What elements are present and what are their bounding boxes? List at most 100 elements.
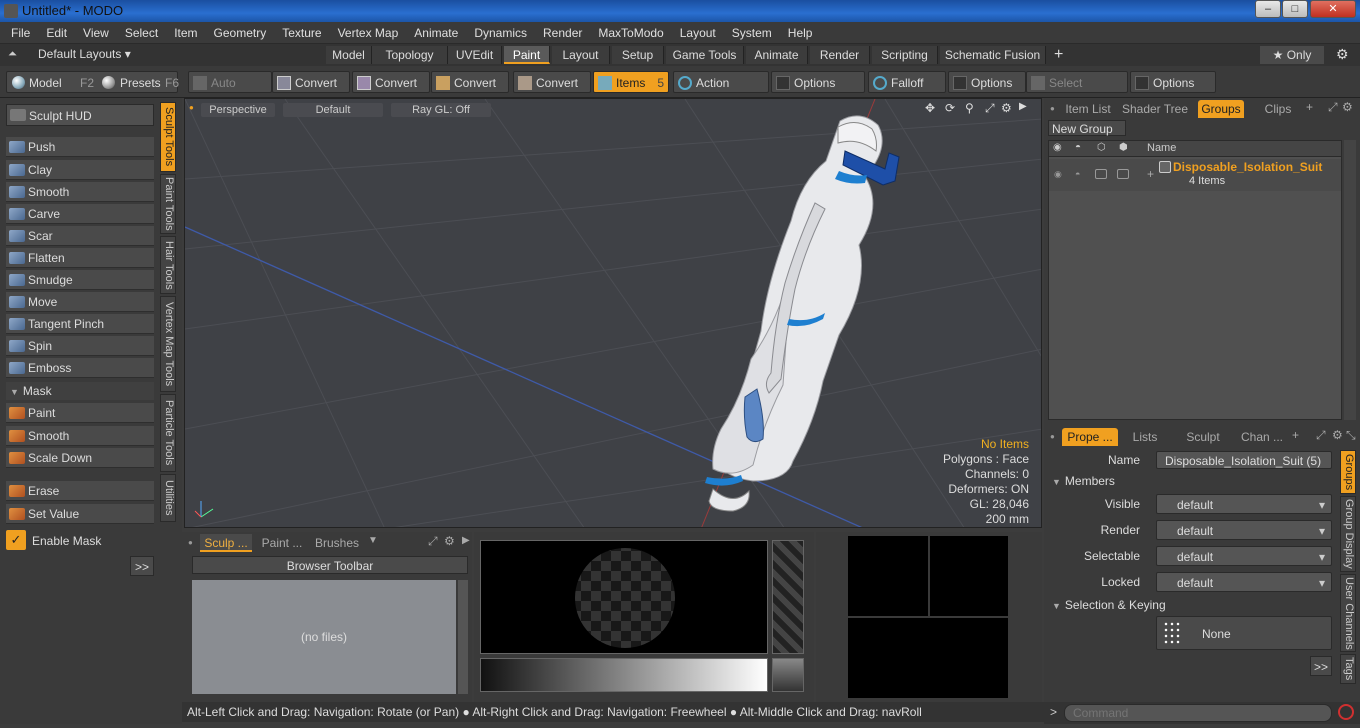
- viewport-menu-dot-icon[interactable]: ●: [189, 103, 194, 112]
- panel-menu-dot-icon[interactable]: ●: [1050, 432, 1055, 441]
- side-tab-tags[interactable]: Tags: [1340, 654, 1356, 684]
- eye-icon[interactable]: ◉: [1053, 142, 1062, 153]
- move-view-icon[interactable]: ✥: [925, 101, 935, 115]
- action-center-options-button[interactable]: Options: [771, 71, 865, 93]
- select-through-button[interactable]: Select Through: [1026, 71, 1128, 112]
- gear-icon[interactable]: ⚙: [1336, 46, 1349, 63]
- tab-scripting[interactable]: Scripting: [872, 46, 938, 64]
- add-tab-icon[interactable]: +: [1292, 428, 1299, 442]
- viewport-scene[interactable]: [185, 99, 1042, 528]
- selection-keying-header[interactable]: ▼ Selection & Keying: [1052, 598, 1166, 612]
- only-button[interactable]: ★ Only: [1260, 46, 1324, 64]
- tab-uvedit[interactable]: UVEdit: [448, 46, 502, 64]
- command-input[interactable]: [1064, 704, 1332, 722]
- mask-header[interactable]: ▼ Mask: [6, 382, 154, 400]
- convert-edges-button[interactable]: Convert: [352, 71, 430, 93]
- add-tab-icon[interactable]: +: [1306, 100, 1313, 114]
- side-tab-group-display[interactable]: Group Display: [1340, 496, 1356, 572]
- tool-spin[interactable]: Spin: [6, 336, 154, 356]
- auto-select-button[interactable]: Auto Select: [188, 71, 272, 112]
- tab-layout[interactable]: Layout: [552, 46, 610, 64]
- expand-more-button[interactable]: >>: [1310, 656, 1332, 676]
- side-tab-user-channels[interactable]: User Channels: [1340, 574, 1356, 652]
- fit-view-icon[interactable]: ⤢: [985, 101, 995, 116]
- maximize-button[interactable]: □: [1282, 0, 1308, 18]
- group-row[interactable]: ◉ ◓ + Disposable_Isolation_Suit 4 Items: [1049, 159, 1341, 191]
- menu-select[interactable]: Select: [117, 22, 166, 44]
- panel-expand-icon[interactable]: ⤢: [428, 534, 438, 549]
- tab-groups[interactable]: Groups: [1198, 100, 1244, 118]
- layout-up-icon[interactable]: ⏶: [8, 48, 17, 61]
- menu-animate[interactable]: Animate: [406, 22, 466, 44]
- group-name[interactable]: Disposable_Isolation_Suit: [1173, 160, 1322, 174]
- tab-schematic-fusion[interactable]: Schematic Fusion: [940, 46, 1046, 64]
- tool-tangent-pinch[interactable]: Tangent Pinch: [6, 314, 154, 334]
- mask-paint[interactable]: Paint: [6, 403, 154, 423]
- panel-settings-icon[interactable]: ⚙: [444, 534, 455, 548]
- mask-set-value[interactable]: Set Value: [6, 504, 154, 524]
- add-tab-button[interactable]: +: [1054, 46, 1063, 64]
- select-through-options-button[interactable]: Options: [1130, 71, 1216, 93]
- convert-polygons-button[interactable]: Convert: [431, 71, 509, 93]
- tool-move[interactable]: Move: [6, 292, 154, 312]
- tool-carve[interactable]: Carve: [6, 204, 154, 224]
- panel-menu-dot-icon[interactable]: ●: [1050, 104, 1055, 113]
- browser-toolbar-button[interactable]: Browser Toolbar: [192, 556, 468, 574]
- mask-scale-down[interactable]: Scale Down: [6, 448, 154, 468]
- panel-menu-dot-icon[interactable]: ●: [188, 538, 193, 547]
- selectable-select[interactable]: default: [1156, 546, 1332, 567]
- groups-list[interactable]: ◉ ◓ ⬡ ⬢ Name ◉ ◓ + Disposable_Isolation_…: [1048, 140, 1342, 420]
- panel-close-icon[interactable]: ⤡: [1346, 428, 1356, 443]
- tab-setup[interactable]: Setup: [612, 46, 664, 64]
- convert-vertices-button[interactable]: Convert: [272, 71, 350, 93]
- menu-help[interactable]: Help: [780, 22, 821, 44]
- mask-erase[interactable]: Erase: [6, 481, 154, 501]
- tab-channels[interactable]: Chan ...: [1234, 428, 1290, 446]
- rotate-view-icon[interactable]: ⟳: [945, 101, 955, 115]
- tool-flatten[interactable]: Flatten: [6, 248, 154, 268]
- tab-sculpt-presets[interactable]: Sculp ...: [200, 534, 252, 552]
- falloff-options-button[interactable]: Options: [948, 71, 1026, 93]
- tab-properties[interactable]: Prope ...: [1062, 428, 1118, 446]
- select-icon[interactable]: ⬢: [1119, 142, 1128, 153]
- tool-smudge[interactable]: Smudge: [6, 270, 154, 290]
- locked-select[interactable]: default: [1156, 572, 1332, 593]
- tab-item-list[interactable]: Item List: [1064, 100, 1112, 118]
- panel-settings-icon[interactable]: ⚙: [1342, 100, 1353, 114]
- menu-edit[interactable]: Edit: [38, 22, 75, 44]
- tab-topology[interactable]: Topology: [372, 46, 448, 64]
- layout-selector[interactable]: Default Layouts ▾: [38, 47, 131, 61]
- menu-geometry[interactable]: Geometry: [206, 22, 275, 44]
- tab-render[interactable]: Render: [810, 46, 870, 64]
- tab-model[interactable]: Model: [326, 46, 372, 64]
- tab-lists[interactable]: Lists: [1120, 428, 1170, 446]
- menu-file[interactable]: File: [3, 22, 38, 44]
- tab-brushes[interactable]: Brushes: [312, 534, 362, 552]
- select-toggle-icon[interactable]: [1117, 169, 1129, 179]
- side-tab-paint-tools[interactable]: Paint Tools: [160, 174, 176, 234]
- side-tab-hair-tools[interactable]: Hair Tools: [160, 236, 176, 294]
- menu-item[interactable]: Item: [166, 22, 205, 44]
- tool-scar[interactable]: Scar: [6, 226, 154, 246]
- shading-default-button[interactable]: Default: [283, 103, 383, 117]
- menu-texture[interactable]: Texture: [274, 22, 329, 44]
- file-list-scrollbar[interactable]: [458, 580, 468, 694]
- tool-clay[interactable]: Clay: [6, 160, 154, 180]
- enable-mask-checkbox[interactable]: ✓: [6, 530, 26, 550]
- falloff-button[interactable]: Falloff: [868, 71, 946, 93]
- visible-toggle-icon[interactable]: ◉: [1054, 169, 1062, 180]
- tool-smooth[interactable]: Smooth: [6, 182, 154, 202]
- zoom-view-icon[interactable]: ⚲: [965, 101, 974, 115]
- render-select[interactable]: default: [1156, 520, 1332, 541]
- items-button[interactable]: Items 5: [593, 71, 669, 93]
- tab-paint-presets[interactable]: Paint ...: [256, 534, 308, 552]
- menu-layout[interactable]: Layout: [672, 22, 724, 44]
- tool-emboss[interactable]: Emboss: [6, 358, 154, 378]
- ray-gl-button[interactable]: Ray GL: Off: [391, 103, 491, 117]
- close-button[interactable]: ✕: [1310, 0, 1356, 18]
- members-header[interactable]: ▼ Members: [1052, 474, 1115, 488]
- viewport-expand-arrow-icon[interactable]: ▶: [1019, 101, 1027, 112]
- visible-select[interactable]: default: [1156, 494, 1332, 515]
- panel-expand-icon[interactable]: ⤢: [1316, 428, 1326, 443]
- tool-push[interactable]: Push: [6, 137, 154, 157]
